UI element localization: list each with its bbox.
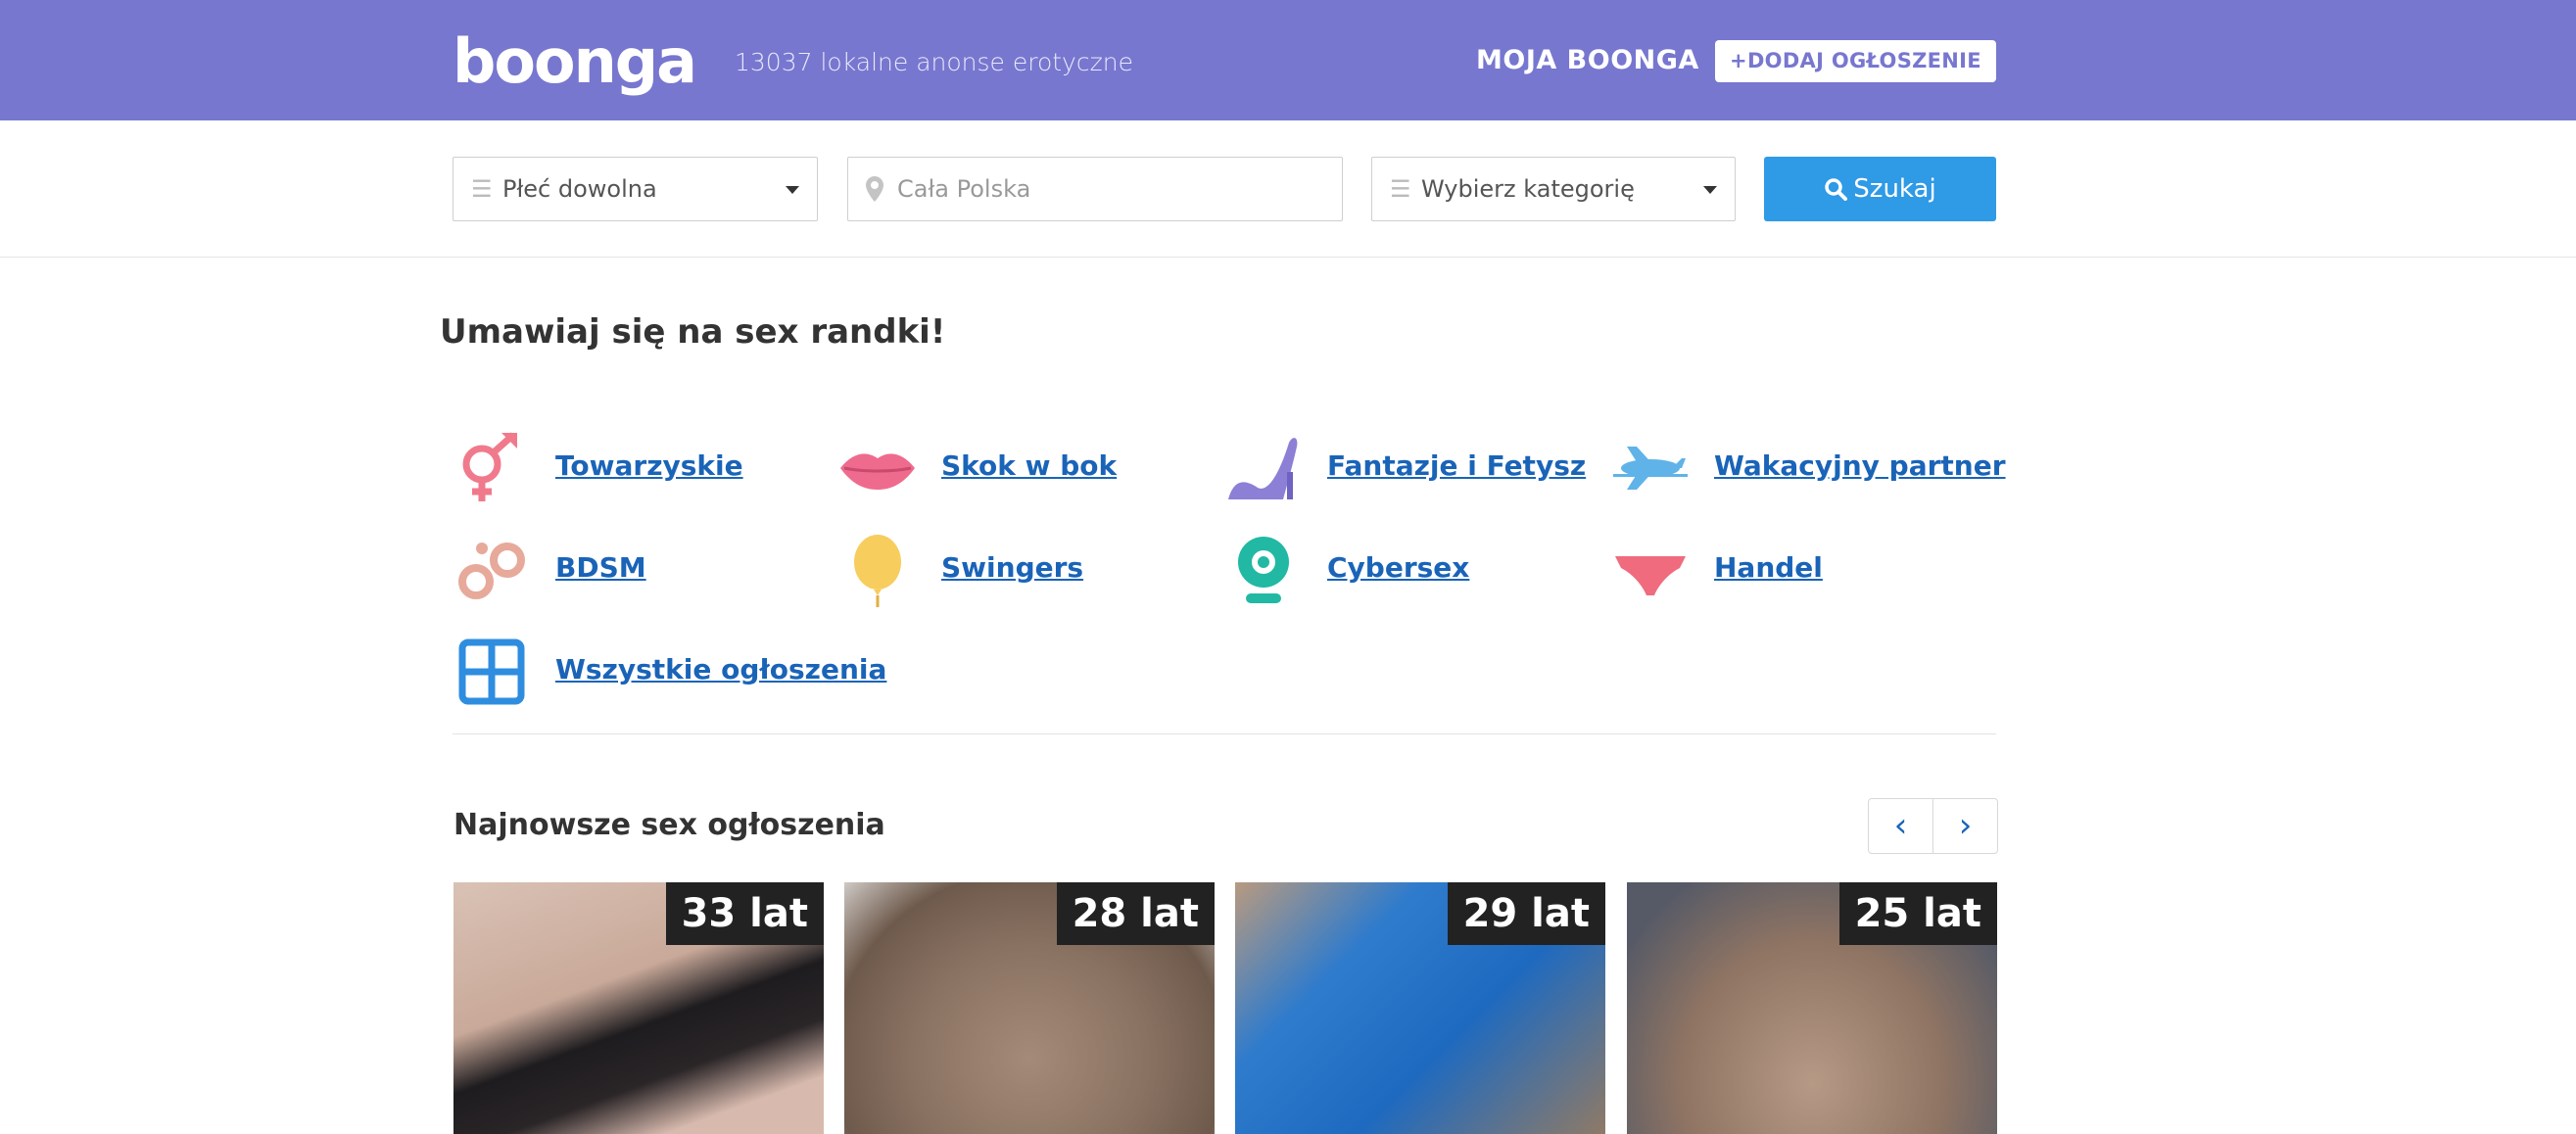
underwear-icon (1615, 556, 1686, 595)
lips-icon (840, 453, 915, 490)
category-link[interactable]: Skok w bok (941, 449, 1117, 484)
caret-down-icon (1703, 186, 1717, 194)
caret-down-icon (786, 186, 799, 194)
chevron-left-icon: ‹ (1893, 806, 1908, 845)
top-header: boonga 13037 lokalne anonse erotyczne MO… (0, 0, 2576, 120)
add-listing-button[interactable]: +DODAJ OGŁOSZENIE (1715, 40, 1996, 82)
category-link[interactable]: Wakacyjny partner (1714, 449, 2006, 484)
gender-select[interactable]: ☰ Płeć dowolna (453, 157, 818, 221)
search-button-label: Szukaj (1853, 174, 1936, 204)
category-select-value: Wybierz kategorię (1421, 175, 1635, 203)
category-link[interactable]: Wszystkie ogłoszenia (555, 652, 886, 687)
tagline: 13037 lokalne anonse erotyczne (735, 48, 1133, 76)
list-icon: ☰ (1390, 175, 1411, 203)
gender-symbols-icon (462, 432, 517, 501)
divider (453, 733, 1996, 734)
category-link[interactable]: Handel (1714, 550, 1823, 586)
webcam-icon (1238, 537, 1289, 603)
my-account-link[interactable]: MOJA BOONGA (1476, 43, 1699, 78)
listing-card[interactable]: 33 lat (453, 882, 824, 1134)
high-heel-icon (1228, 438, 1298, 499)
carousel-prev-button[interactable]: ‹ (1868, 798, 1933, 854)
category-link[interactable]: BDSM (555, 550, 646, 586)
listing-card[interactable]: 25 lat (1627, 882, 1997, 1134)
location-input[interactable]: Cała Polska (847, 157, 1343, 221)
handcuffs-icon (458, 543, 525, 599)
category-link[interactable]: Towarzyskie (555, 449, 743, 484)
logo[interactable]: boonga (453, 27, 697, 96)
category-select[interactable]: ☰ Wybierz kategorię (1371, 157, 1736, 221)
age-badge: 25 lat (1838, 882, 1997, 945)
age-badge: 33 lat (665, 882, 824, 945)
location-placeholder: Cała Polska (897, 175, 1031, 203)
list-icon: ☰ (471, 175, 493, 203)
balloon-icon (854, 535, 901, 607)
newest-section-title: Najnowsze sex ogłoszenia (453, 808, 885, 842)
category-link[interactable]: Swingers (941, 550, 1083, 586)
airplane-icon (1613, 447, 1688, 490)
listing-card[interactable]: 28 lat (844, 882, 1215, 1134)
age-badge: 29 lat (1447, 882, 1605, 945)
age-badge: 28 lat (1056, 882, 1215, 945)
page-title: Umawiaj się na sex randki! (440, 312, 946, 352)
listing-card[interactable]: 29 lat (1235, 882, 1605, 1134)
chevron-right-icon: › (1958, 806, 1973, 845)
map-pin-icon (866, 158, 883, 225)
grid-icon (458, 638, 525, 705)
gender-select-value: Płeć dowolna (502, 175, 657, 203)
category-link[interactable]: Fantazje i Fetysz (1327, 449, 1586, 484)
search-icon (1824, 157, 1848, 221)
carousel-next-button[interactable]: › (1932, 798, 1998, 854)
search-button[interactable]: Szukaj (1764, 157, 1996, 221)
category-link[interactable]: Cybersex (1327, 550, 1469, 586)
